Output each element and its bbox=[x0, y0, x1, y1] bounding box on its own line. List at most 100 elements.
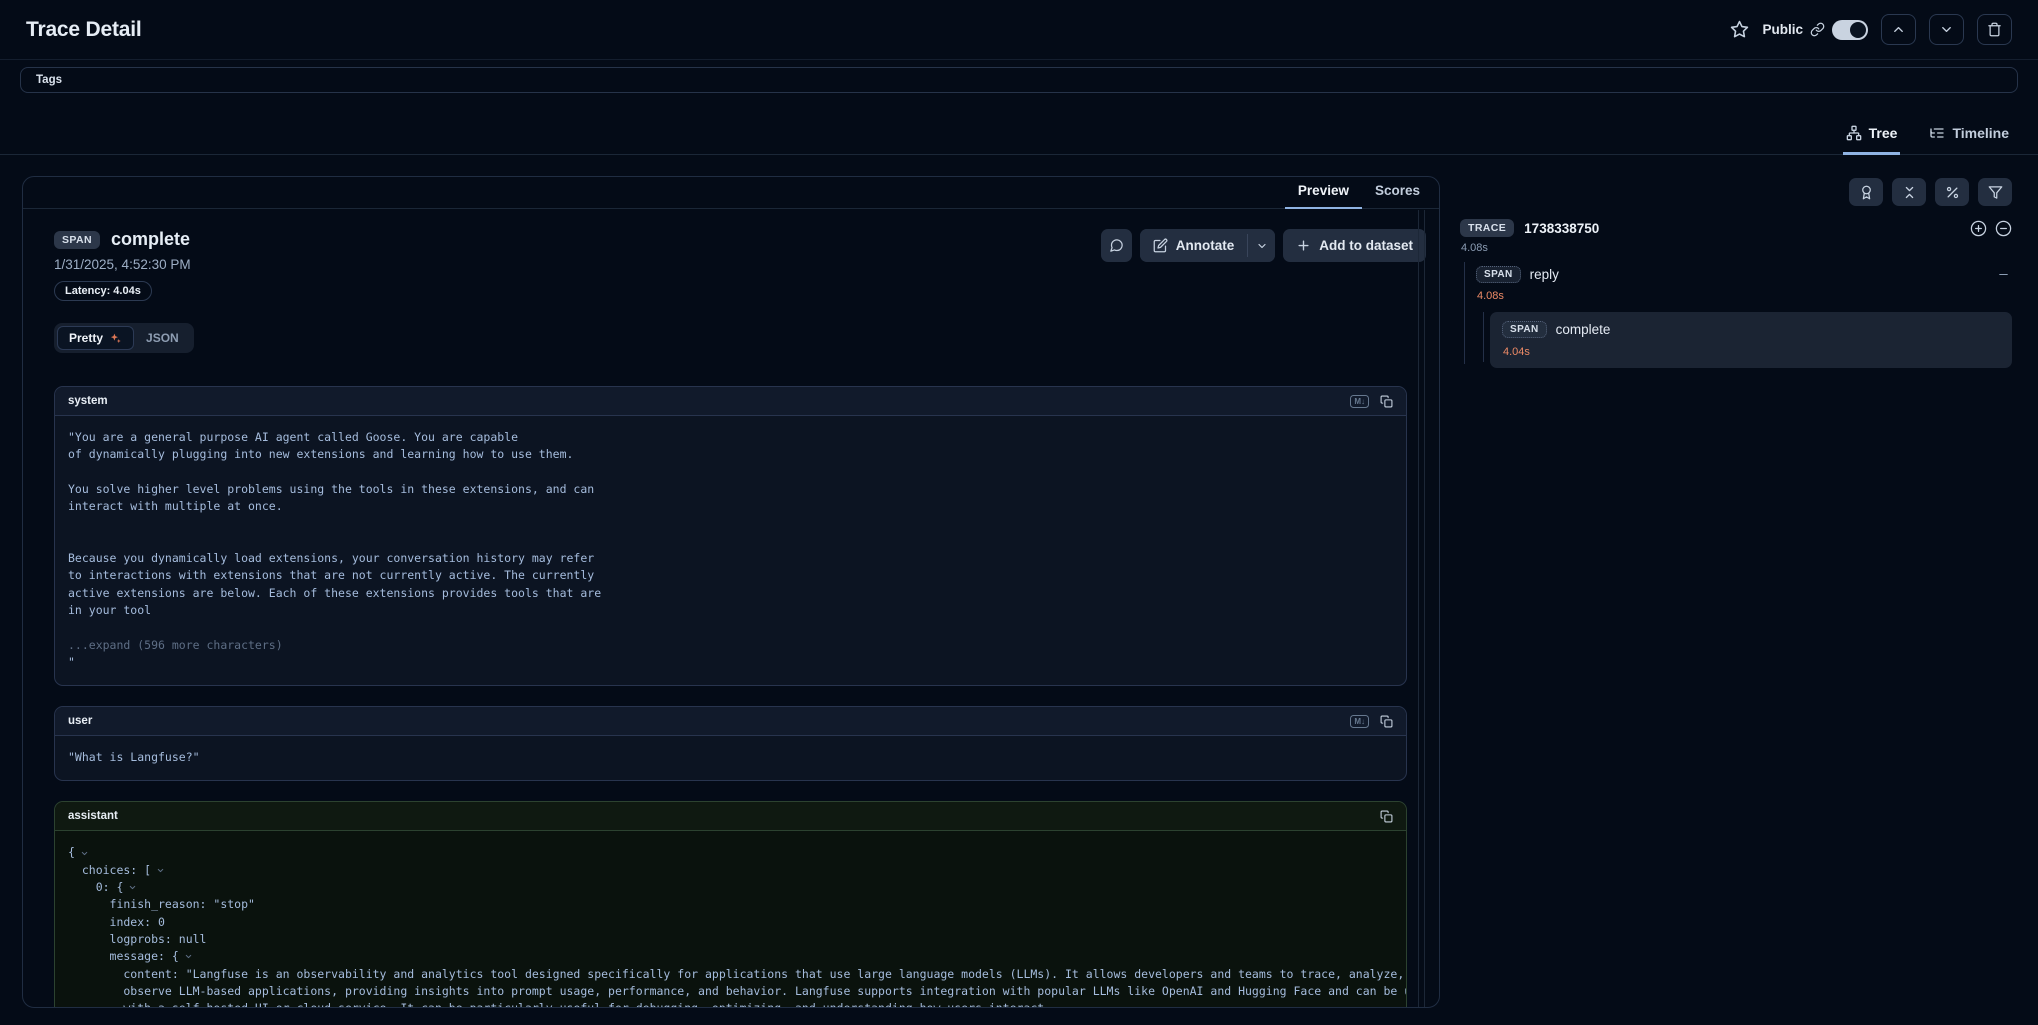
markdown-icon[interactable]: M↓ bbox=[1350, 395, 1369, 408]
code-line: of dynamically plugging into new extensi… bbox=[68, 446, 1393, 463]
plus-circle-icon bbox=[1970, 220, 1987, 237]
percent-icon bbox=[1945, 185, 1960, 200]
next-trace-button[interactable] bbox=[1929, 14, 1964, 45]
format-pretty-button[interactable]: Pretty bbox=[57, 326, 134, 350]
copy-button[interactable] bbox=[1380, 395, 1393, 408]
tree-node-complete[interactable]: SPAN complete 4.04s bbox=[1490, 312, 2012, 368]
code-line: to interactions with extensions that are… bbox=[68, 567, 1393, 584]
tags-section[interactable]: Tags bbox=[20, 67, 2018, 93]
code-line: "What is Langfuse?" bbox=[68, 749, 1393, 766]
json-line: message: { bbox=[68, 948, 1393, 965]
plus-icon bbox=[1296, 238, 1311, 253]
public-toggle[interactable] bbox=[1832, 20, 1868, 40]
toggle-knob bbox=[1850, 22, 1866, 38]
message-block-user: user M↓ "What is Langfuse?" bbox=[54, 706, 1407, 781]
tree-node-reply[interactable]: SPAN reply bbox=[1476, 266, 2012, 283]
code-line: active extensions are below. Each of the… bbox=[68, 585, 1393, 602]
tree-guide-line bbox=[1464, 262, 1465, 364]
span-badge: SPAN bbox=[1476, 266, 1521, 283]
annotate-split-button: Annotate bbox=[1140, 229, 1276, 262]
collapse-caret-icon[interactable] bbox=[184, 952, 193, 961]
chevron-up-icon bbox=[1891, 22, 1906, 37]
span-badge: SPAN bbox=[1502, 321, 1547, 338]
span-actions: Annotate Add to dataset bbox=[1101, 229, 1426, 262]
assistant-message-content: { choices: [ 0: { finish_reason: "stop" … bbox=[55, 831, 1406, 1008]
system-message-content: "You are a general purpose AI agent call… bbox=[55, 416, 1406, 685]
edit-icon bbox=[1153, 238, 1168, 253]
bookmark-star-button[interactable] bbox=[1730, 20, 1749, 39]
star-icon bbox=[1730, 20, 1749, 39]
tree-icon bbox=[1846, 125, 1862, 141]
collapse-caret-icon[interactable] bbox=[80, 849, 89, 858]
page-header: Trace Detail Public bbox=[0, 0, 2038, 60]
span-preview-panel: Preview Scores SPAN complete 1/31/2025, … bbox=[22, 176, 1440, 1008]
chevron-down-icon bbox=[1256, 240, 1268, 252]
message-role-label: assistant bbox=[68, 810, 118, 822]
delete-trace-button[interactable] bbox=[1977, 14, 2012, 45]
trace-duration: 4.08s bbox=[1455, 242, 2012, 254]
markdown-icon[interactable]: M↓ bbox=[1350, 715, 1369, 728]
code-line: in your tool bbox=[68, 602, 1393, 619]
code-line bbox=[68, 533, 1393, 550]
tab-timeline-label: Timeline bbox=[1952, 125, 2009, 141]
span-type-badge: SPAN bbox=[54, 231, 100, 249]
public-label: Public bbox=[1762, 22, 1803, 37]
expand-all-button[interactable] bbox=[1970, 220, 1987, 237]
json-line: with a self-hosted UI or cloud service. … bbox=[68, 1000, 1393, 1008]
system-message-header: system M↓ bbox=[55, 387, 1406, 416]
code-line: Because you dynamically load extensions,… bbox=[68, 550, 1393, 567]
tab-tree[interactable]: Tree bbox=[1843, 125, 1901, 155]
collapse-tree-button[interactable] bbox=[1995, 220, 2012, 237]
panel-scrollbar[interactable] bbox=[1418, 210, 1425, 1007]
collapse-all-button[interactable] bbox=[1892, 178, 1926, 206]
json-line: observe LLM-based applications, providin… bbox=[68, 983, 1393, 1000]
message-role-label: user bbox=[68, 715, 92, 727]
collapse-caret-icon[interactable] bbox=[128, 883, 137, 892]
code-line bbox=[68, 464, 1393, 481]
code-line: interact with multiple at once. bbox=[68, 498, 1393, 515]
tab-scores[interactable]: Scores bbox=[1362, 183, 1433, 209]
view-tabs: Tree Timeline bbox=[0, 93, 2038, 155]
span-tree: SPAN reply 4.08s SPAN complete 4.04s bbox=[1455, 266, 2012, 368]
collapse-node-button[interactable] bbox=[1997, 268, 2010, 281]
span-name: reply bbox=[1530, 267, 1559, 282]
span-duration: 4.04s bbox=[1502, 346, 2000, 358]
collapse-caret-icon[interactable] bbox=[156, 866, 165, 875]
annotate-button[interactable]: Annotate bbox=[1140, 229, 1248, 262]
filter-button[interactable] bbox=[1978, 178, 2012, 206]
copy-button[interactable] bbox=[1380, 810, 1393, 823]
public-link-icon bbox=[1810, 22, 1825, 37]
format-pretty-label: Pretty bbox=[69, 331, 103, 345]
copy-icon bbox=[1380, 810, 1393, 823]
tab-preview[interactable]: Preview bbox=[1285, 183, 1362, 209]
comment-button[interactable] bbox=[1101, 229, 1132, 262]
header-actions: Public bbox=[1730, 14, 2012, 45]
json-line: 0: { bbox=[68, 879, 1393, 896]
user-message-header: user M↓ bbox=[55, 707, 1406, 736]
format-json-button[interactable]: JSON bbox=[134, 326, 191, 350]
span-header: SPAN complete 1/31/2025, 4:52:30 PM Late… bbox=[54, 229, 1407, 301]
tab-tree-label: Tree bbox=[1869, 125, 1898, 141]
json-line: logprobs: null bbox=[68, 931, 1393, 948]
previous-trace-button[interactable] bbox=[1881, 14, 1916, 45]
tab-timeline[interactable]: Timeline bbox=[1926, 125, 2012, 155]
annotations-toggle-button[interactable] bbox=[1849, 178, 1883, 206]
expand-link[interactable]: ...expand (596 more characters) bbox=[68, 637, 1393, 654]
trace-id: 1738338750 bbox=[1524, 221, 1599, 236]
annotate-dropdown-button[interactable] bbox=[1248, 229, 1275, 262]
add-to-dataset-button[interactable]: Add to dataset bbox=[1283, 229, 1426, 262]
trace-root-row[interactable]: TRACE 1738338750 bbox=[1455, 219, 2012, 237]
code-line: You solve higher level problems using th… bbox=[68, 481, 1393, 498]
format-toggle: Pretty JSON bbox=[54, 323, 194, 353]
span-duration: 4.08s bbox=[1476, 290, 2012, 302]
annotate-label: Annotate bbox=[1176, 238, 1235, 253]
trace-tree-panel: TRACE 1738338750 4.08s SPAN reply 4.08s bbox=[1455, 176, 2012, 368]
copy-button[interactable] bbox=[1380, 715, 1393, 728]
tree-zoom-controls bbox=[1970, 220, 2012, 237]
panel-tabs: Preview Scores bbox=[23, 177, 1439, 209]
trash-icon bbox=[1987, 22, 2002, 37]
chevrons-collapse-icon bbox=[1902, 185, 1917, 200]
message-block-system: system M↓ "You are a general purpose AI … bbox=[54, 386, 1407, 686]
span-timestamp: 1/31/2025, 4:52:30 PM bbox=[54, 257, 191, 272]
metrics-toggle-button[interactable] bbox=[1935, 178, 1969, 206]
